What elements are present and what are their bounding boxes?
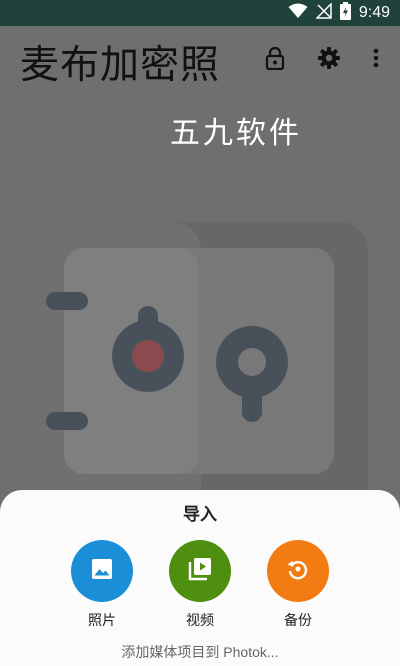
battery-charging-icon <box>339 2 351 24</box>
status-bar: 9:49 <box>0 0 400 26</box>
wifi-icon <box>288 3 308 23</box>
lock-icon <box>265 46 285 74</box>
import-backup-label: 备份 <box>284 612 312 628</box>
more-button[interactable] <box>362 46 390 74</box>
sheet-title: 导入 <box>183 505 217 524</box>
safe-illustration <box>34 222 368 522</box>
app-title: 麦布加密照 <box>20 43 221 88</box>
import-bottom-sheet: 导入 照片 视频 备份 添加媒体项目到 Photok... <box>0 490 400 666</box>
import-photo-label: 照片 <box>88 612 116 628</box>
lock-button[interactable] <box>261 46 289 74</box>
import-photo-button[interactable] <box>71 540 133 602</box>
sheet-hint: 添加媒体项目到 Photok... <box>121 644 279 660</box>
video-library-icon <box>188 557 212 585</box>
import-backup-button[interactable] <box>267 540 329 602</box>
signal-off-icon <box>315 2 332 23</box>
import-video-button[interactable] <box>169 540 231 602</box>
import-video-label: 视频 <box>186 612 214 628</box>
status-time: 9:49 <box>358 4 390 21</box>
app-bar: 麦布加密照 <box>0 26 400 96</box>
more-vert-icon <box>373 48 379 72</box>
import-photo-option[interactable]: 照片 <box>62 540 142 630</box>
image-icon <box>91 558 113 584</box>
settings-button[interactable] <box>315 46 343 74</box>
gear-icon <box>317 46 341 74</box>
watermark-text: 五九软件 <box>170 116 302 151</box>
import-video-option[interactable]: 视频 <box>160 540 240 630</box>
import-backup-option[interactable]: 备份 <box>258 540 338 630</box>
restore-icon <box>286 557 310 585</box>
status-icons: 9:49 <box>288 2 390 24</box>
